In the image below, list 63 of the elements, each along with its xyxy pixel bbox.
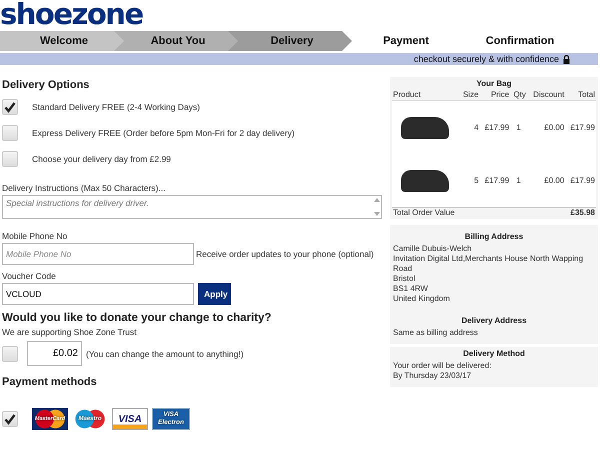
- checkbox[interactable]: [2, 346, 18, 362]
- donation-field[interactable]: £0.02: [27, 341, 82, 366]
- column-header: Product: [393, 90, 421, 99]
- column-header: Size: [462, 90, 479, 99]
- option-label: Express Delivery FREE (Order before 5pm Mon-Fri for 2 day delivery): [32, 128, 295, 138]
- table-cell: 4: [474, 123, 479, 132]
- address-line: Invitation Digital Ltd,Merchants House North Wapping Road: [393, 254, 584, 274]
- phone-field[interactable]: Mobile Phone No: [2, 243, 194, 265]
- section-heading: Payment methods: [2, 376, 97, 388]
- shoezone-logo[interactable]: shoezone: [0, 0, 143, 30]
- visa-card-logo: VISA: [112, 408, 148, 430]
- table-cell: £17.99: [484, 123, 510, 132]
- table-cell: £0.00: [544, 123, 564, 132]
- table-cell: £17.99: [570, 123, 595, 132]
- address-line: Bristol: [393, 274, 416, 284]
- scroll-down-icon[interactable]: [374, 212, 380, 216]
- panel-title: Billing Address: [464, 232, 524, 241]
- instructions-field[interactable]: Special instructions for delivery driver.: [2, 195, 382, 219]
- total-label: Total Order Value: [393, 208, 455, 217]
- checkout-step: Delivery: [228, 31, 352, 51]
- scroll-up-icon[interactable]: [374, 198, 380, 202]
- checkbox[interactable]: [2, 151, 18, 167]
- apply-button[interactable]: Apply: [198, 283, 231, 305]
- address-line: Same as billing address: [393, 328, 479, 338]
- table-cell: 1: [516, 176, 521, 185]
- table-cell: £17.99: [570, 176, 595, 185]
- field-label: Delivery Instructions (Max 50 Characters)...: [2, 183, 166, 193]
- address-line: Your order will be delivered:: [393, 361, 492, 371]
- checkbox[interactable]: [2, 99, 18, 115]
- checkbox[interactable]: [2, 125, 18, 141]
- field-label: Voucher Code: [2, 271, 56, 281]
- secure-note: checkout securely & with confidence: [414, 54, 559, 64]
- option-label: Standard Delivery FREE (2-4 Working Days): [32, 102, 200, 112]
- charity-text: We are supporting Shoe Zone Trust: [2, 327, 137, 337]
- address-line: Camille Dubuis-Welch: [393, 244, 473, 254]
- table-cell: 1: [516, 123, 521, 132]
- section-heading: Would you like to donate your change to charity?: [2, 312, 272, 324]
- address-line: By Thursday 23/03/17: [393, 371, 472, 381]
- option-label: Choose your delivery day from £2.99: [32, 154, 171, 164]
- panel-title: Delivery Address: [461, 316, 527, 325]
- column-header: Discount: [533, 90, 564, 99]
- checkout-step: Welcome: [0, 31, 124, 51]
- column-header: Qty: [513, 90, 526, 99]
- address-line: United Kingdom: [393, 294, 451, 304]
- table-cell: £17.99: [484, 176, 510, 185]
- column-header: Price: [490, 90, 510, 99]
- lock-icon: [563, 54, 570, 64]
- product-photo: [401, 170, 449, 192]
- checkout-step: About You: [114, 31, 238, 51]
- section-heading: Delivery Options: [2, 79, 90, 91]
- panel-title: Your Bag: [476, 79, 512, 88]
- total-value: £35.98: [570, 208, 595, 217]
- donation-hint: (You can change the amount to anything!): [86, 348, 244, 358]
- field-hint: Receive order updates to your phone (optional): [196, 249, 374, 259]
- voucher-field[interactable]: VCLOUD: [2, 283, 194, 305]
- product-photo: [401, 116, 449, 138]
- address-line: BS1 4RW: [393, 284, 429, 294]
- table-cell: 5: [474, 176, 479, 185]
- panel-title: Delivery Method: [463, 349, 525, 358]
- table-cell: £0.00: [544, 176, 564, 185]
- column-header: Total: [578, 90, 595, 99]
- field-label: Mobile Phone No: [2, 231, 68, 241]
- checkbox[interactable]: [2, 411, 18, 427]
